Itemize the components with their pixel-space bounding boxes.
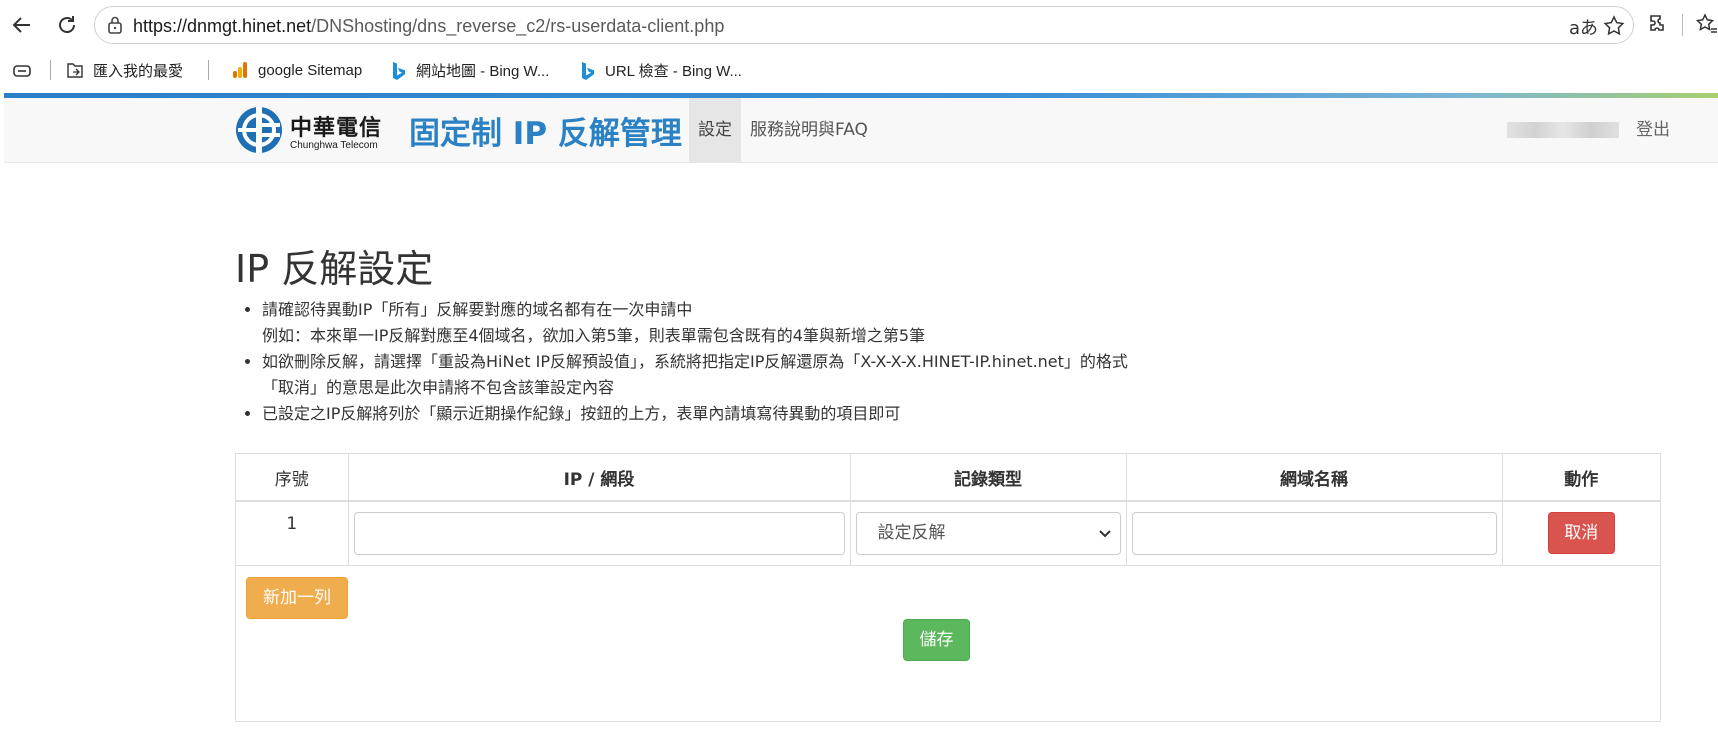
url-path: /DNShosting/dns_reverse_c2/rs-userdata-c…: [311, 16, 725, 36]
bookmark-bing-url-check[interactable]: URL 檢查 - Bing W...: [577, 60, 742, 81]
favorites-icon[interactable]: [1696, 13, 1718, 35]
bookmark-google-sitemap[interactable]: google Sitemap: [230, 60, 362, 80]
column-header-action: 動作: [1502, 454, 1660, 502]
logo-chinese-name: 中華電信: [290, 116, 383, 141]
instruction-example: 例如：本來單一IP反解對應至4個域名，欲加入第5筆，則表單需包含既有的4筆與新增…: [262, 326, 926, 345]
import-favorites-icon: [65, 61, 85, 81]
toolbar-divider: [1682, 14, 1683, 36]
column-header-ip: IP / 網段: [348, 454, 851, 502]
action-cell: 取消: [1502, 501, 1660, 566]
user-account-blurred: [1507, 122, 1619, 138]
refresh-icon: [59, 16, 75, 33]
browser-address-bar: https://dnmgt.hinet.net/DNShosting/dns_r…: [0, 0, 1718, 50]
nav-settings[interactable]: 設定: [689, 98, 741, 162]
bookmark-label: 匯入我的最愛: [93, 63, 184, 80]
url-text: https://dnmgt.hinet.net/DNShosting/dns_r…: [133, 16, 724, 37]
refresh-button[interactable]: [53, 11, 81, 39]
column-header-domain: 網域名稱: [1126, 454, 1503, 502]
bing-icon: [577, 61, 597, 81]
bookmark-label: google Sitemap: [258, 61, 363, 79]
bing-icon: [388, 61, 408, 81]
instruction-text: 如欲刪除反解，請選擇「重設為HiNet IP反解預設值」，系統將把指定IP反解還…: [262, 352, 1128, 371]
domain-cell: [1126, 501, 1503, 566]
ip-cell: [348, 501, 851, 566]
extensions-icon[interactable]: [1647, 13, 1669, 35]
tab-actions-icon[interactable]: [12, 62, 32, 80]
read-aloud-icon[interactable]: aあ: [1569, 14, 1598, 40]
bookmark-separator: [208, 60, 209, 80]
page-title: IP 反解設定: [235, 247, 434, 291]
reverse-dns-form: 序號 IP / 網段 記錄類型 網域名稱 動作 1 設定反解 取消 新加一列 儲…: [235, 453, 1661, 722]
url-field[interactable]: https://dnmgt.hinet.net/DNShosting/dns_r…: [94, 6, 1634, 44]
chunghwa-logo-icon: [236, 107, 282, 153]
domain-input[interactable]: [1131, 511, 1497, 555]
logo-english-name: Chunghwa Telecom: [290, 140, 378, 151]
instruction-list: 請確認待異動IP「所有」反解要對應的域名都有在一次申請中 例如：本來單一IP反解…: [262, 297, 1128, 427]
google-analytics-icon: [230, 60, 250, 80]
site-brand-title[interactable]: 固定制 IP 反解管理: [409, 108, 682, 153]
instruction-item: 已設定之IP反解將列於「顯示近期操作紀錄」按鈕的上方，表單內請填寫待異動的項目即…: [262, 401, 1128, 427]
instruction-text: 已設定之IP反解將列於「顯示近期操作紀錄」按鈕的上方，表單內請填寫待異動的項目即…: [262, 404, 901, 423]
record-type-selected-value: 設定反解: [877, 522, 946, 543]
bookmark-label: 網站地圖 - Bing W...: [416, 63, 550, 80]
favorite-star-icon[interactable]: [1603, 15, 1625, 37]
logout-link[interactable]: 登出: [1636, 98, 1670, 162]
instruction-text: 請確認待異動IP「所有」反解要對應的域名都有在一次申請中: [262, 300, 693, 319]
nav-faq[interactable]: 服務說明與FAQ: [750, 98, 868, 162]
site-navbar: 中華電信 Chunghwa Telecom 固定制 IP 反解管理 設定 服務說…: [4, 98, 1718, 163]
add-row-button[interactable]: 新加一列: [246, 577, 348, 619]
table-row: 1 設定反解 取消: [236, 501, 1660, 566]
column-header-record-type: 記錄類型: [850, 454, 1127, 502]
column-header-index: 序號: [236, 454, 349, 502]
chunghwa-logo[interactable]: 中華電信 Chunghwa Telecom: [234, 105, 384, 155]
cancel-row-button[interactable]: 取消: [1547, 512, 1615, 555]
back-arrow-icon: [12, 17, 30, 33]
bookmarks-bar: 匯入我的最愛 google Sitemap 網站地圖 - Bing W... U…: [0, 50, 1718, 92]
back-button[interactable]: [8, 11, 36, 39]
bookmark-separator: [50, 60, 51, 80]
lock-icon: [108, 16, 122, 34]
instruction-item: 請確認待異動IP「所有」反解要對應的域名都有在一次申請中 例如：本來單一IP反解…: [262, 297, 1128, 349]
record-type-cell: 設定反解: [850, 501, 1127, 566]
ip-input[interactable]: [353, 511, 845, 555]
bookmark-bing-sitemap[interactable]: 網站地圖 - Bing W...: [388, 60, 549, 81]
instruction-item: 如欲刪除反解，請選擇「重設為HiNet IP反解預設值」，系統將把指定IP反解還…: [262, 349, 1128, 401]
url-host: https://dnmgt.hinet.net: [133, 16, 312, 36]
instruction-detail: 「取消」的意思是此次申請將不包含該筆設定內容: [262, 378, 615, 397]
record-type-select[interactable]: 設定反解: [855, 511, 1121, 555]
save-button[interactable]: 儲存: [903, 619, 970, 661]
row-index: 1: [236, 501, 349, 566]
reverse-dns-table: 序號 IP / 網段 記錄類型 網域名稱 動作 1 設定反解 取消: [236, 454, 1660, 566]
bookmark-import-favorites[interactable]: 匯入我的最愛: [65, 60, 183, 81]
bookmark-label: URL 檢查 - Bing W...: [605, 63, 742, 80]
table-header-row: 序號 IP / 網段 記錄類型 網域名稱 動作: [236, 454, 1660, 502]
chevron-down-icon: [1098, 530, 1111, 538]
